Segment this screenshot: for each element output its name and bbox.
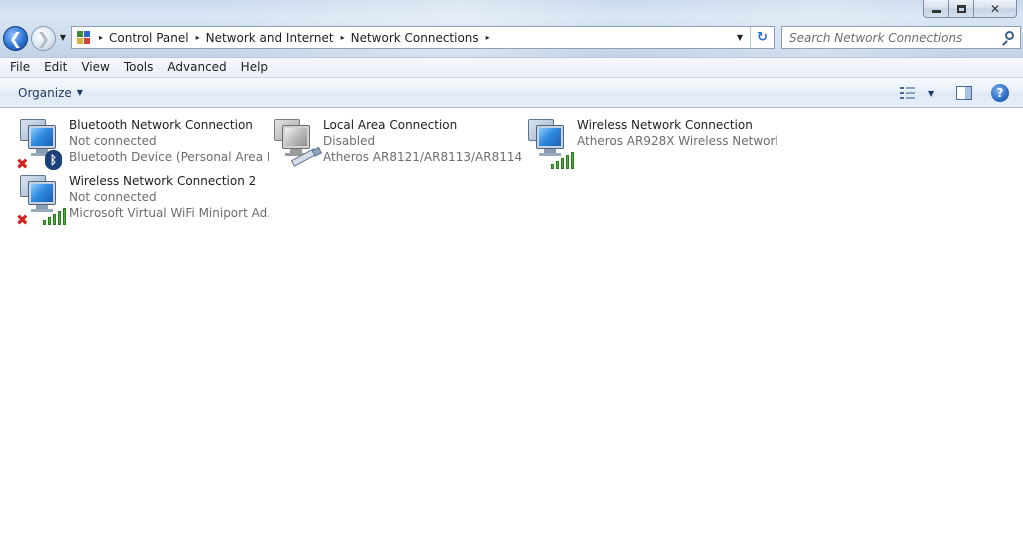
refresh-button[interactable]: ↻ bbox=[750, 27, 774, 48]
forward-button[interactable]: ❯ bbox=[31, 26, 56, 51]
wireless-network-icon bbox=[524, 117, 574, 169]
breadcrumb-separator-icon[interactable]: ▸ bbox=[341, 33, 345, 42]
connection-name: Wireless Network Connection 2 bbox=[69, 174, 257, 188]
breadcrumb-separator-icon[interactable]: ▸ bbox=[99, 33, 103, 42]
search-box bbox=[781, 26, 1021, 49]
bluetooth-icon: ᛒ bbox=[45, 150, 62, 170]
address-bar[interactable]: ▸ Control Panel ▸ Network and Internet ▸… bbox=[71, 26, 775, 49]
wireless-network-icon: ✖ bbox=[16, 173, 67, 229]
connection-status: Disabled bbox=[323, 134, 376, 148]
connection-item-local-area[interactable]: Local Area Connection Disabled Atheros A… bbox=[270, 117, 523, 169]
connection-device: Atheros AR928X Wireless Network ... bbox=[577, 134, 777, 148]
close-button[interactable]: ✕ bbox=[973, 0, 1017, 18]
breadcrumb-network-and-internet[interactable]: Network and Internet bbox=[206, 31, 334, 45]
connection-device: Atheros AR8121/AR8113/AR8114 P... bbox=[323, 150, 523, 164]
menu-view[interactable]: View bbox=[74, 58, 116, 77]
search-icon[interactable] bbox=[1001, 31, 1015, 46]
recent-pages-button[interactable]: ▼ bbox=[58, 33, 68, 43]
disconnected-x-icon: ✖ bbox=[16, 211, 29, 229]
close-icon: ✕ bbox=[989, 1, 1001, 16]
connection-device: Bluetooth Device (Personal Area N... bbox=[69, 150, 269, 164]
breadcrumb-separator-icon[interactable]: ▸ bbox=[486, 33, 490, 42]
minimize-button[interactable] bbox=[923, 0, 949, 18]
minimize-icon bbox=[931, 9, 941, 13]
breadcrumb-control-panel[interactable]: Control Panel bbox=[109, 31, 189, 45]
organize-label: Organize bbox=[18, 86, 72, 100]
menu-tools[interactable]: Tools bbox=[117, 58, 161, 77]
window-controls: ✕ bbox=[923, 0, 1017, 18]
chevron-down-icon: ▼ bbox=[736, 33, 744, 42]
back-button[interactable]: ❮ bbox=[3, 26, 28, 51]
connection-name: Local Area Connection bbox=[323, 118, 458, 132]
connection-device: Microsoft Virtual WiFi Miniport Ad... bbox=[69, 206, 269, 220]
connection-item-wireless-2[interactable]: ✖ Wireless Network Connection 2 Not conn… bbox=[16, 173, 269, 229]
breadcrumb-separator-icon[interactable]: ▸ bbox=[196, 33, 200, 42]
menu-help[interactable]: Help bbox=[234, 58, 275, 77]
connection-name: Bluetooth Network Connection bbox=[69, 118, 253, 132]
menu-edit[interactable]: Edit bbox=[37, 58, 74, 77]
menu-file[interactable]: File bbox=[3, 58, 37, 77]
help-icon: ? bbox=[996, 86, 1004, 100]
chevron-down-icon[interactable]: ▼ bbox=[928, 89, 934, 98]
command-bar: Organize ▼ ▼ bbox=[0, 78, 1023, 108]
menu-advanced[interactable]: Advanced bbox=[160, 58, 233, 77]
disconnected-x-icon: ✖ bbox=[16, 155, 29, 173]
chevron-down-icon: ▼ bbox=[76, 88, 83, 97]
connection-item-bluetooth[interactable]: ✖ ᛒ Bluetooth Network Connection Not con… bbox=[16, 117, 269, 173]
search-input[interactable] bbox=[782, 27, 992, 48]
signal-strength-icon bbox=[551, 151, 575, 169]
help-button[interactable]: ? bbox=[991, 84, 1009, 102]
ethernet-network-icon bbox=[270, 117, 320, 169]
connection-name: Wireless Network Connection bbox=[577, 118, 753, 132]
bluetooth-network-icon: ✖ ᛒ bbox=[16, 117, 66, 173]
organize-button[interactable]: Organize ▼ bbox=[10, 83, 91, 103]
chevron-down-icon: ▼ bbox=[59, 33, 67, 42]
change-view-button[interactable]: ▼ bbox=[900, 84, 940, 102]
maximize-button[interactable] bbox=[948, 0, 974, 18]
signal-strength-icon bbox=[43, 207, 67, 225]
maximize-icon bbox=[956, 4, 966, 13]
connection-status: Not connected bbox=[69, 190, 157, 204]
connections-list: ✖ ᛒ Bluetooth Network Connection Not con… bbox=[0, 109, 1023, 554]
menu-bar: File Edit View Tools Advanced Help bbox=[0, 57, 1023, 78]
address-dropdown-button[interactable]: ▼ bbox=[732, 27, 748, 48]
breadcrumb-network-connections[interactable]: Network Connections bbox=[351, 31, 479, 45]
refresh-icon: ↻ bbox=[757, 30, 768, 45]
connection-item-wireless[interactable]: Wireless Network Connection Atheros AR92… bbox=[524, 117, 777, 169]
preview-pane-button[interactable] bbox=[956, 86, 972, 100]
connection-status: Not connected bbox=[69, 134, 157, 148]
details-view-icon bbox=[900, 86, 916, 100]
forward-arrow-icon: ❯ bbox=[36, 29, 51, 48]
control-panel-icon bbox=[76, 30, 92, 46]
back-arrow-icon: ❮ bbox=[8, 29, 23, 48]
